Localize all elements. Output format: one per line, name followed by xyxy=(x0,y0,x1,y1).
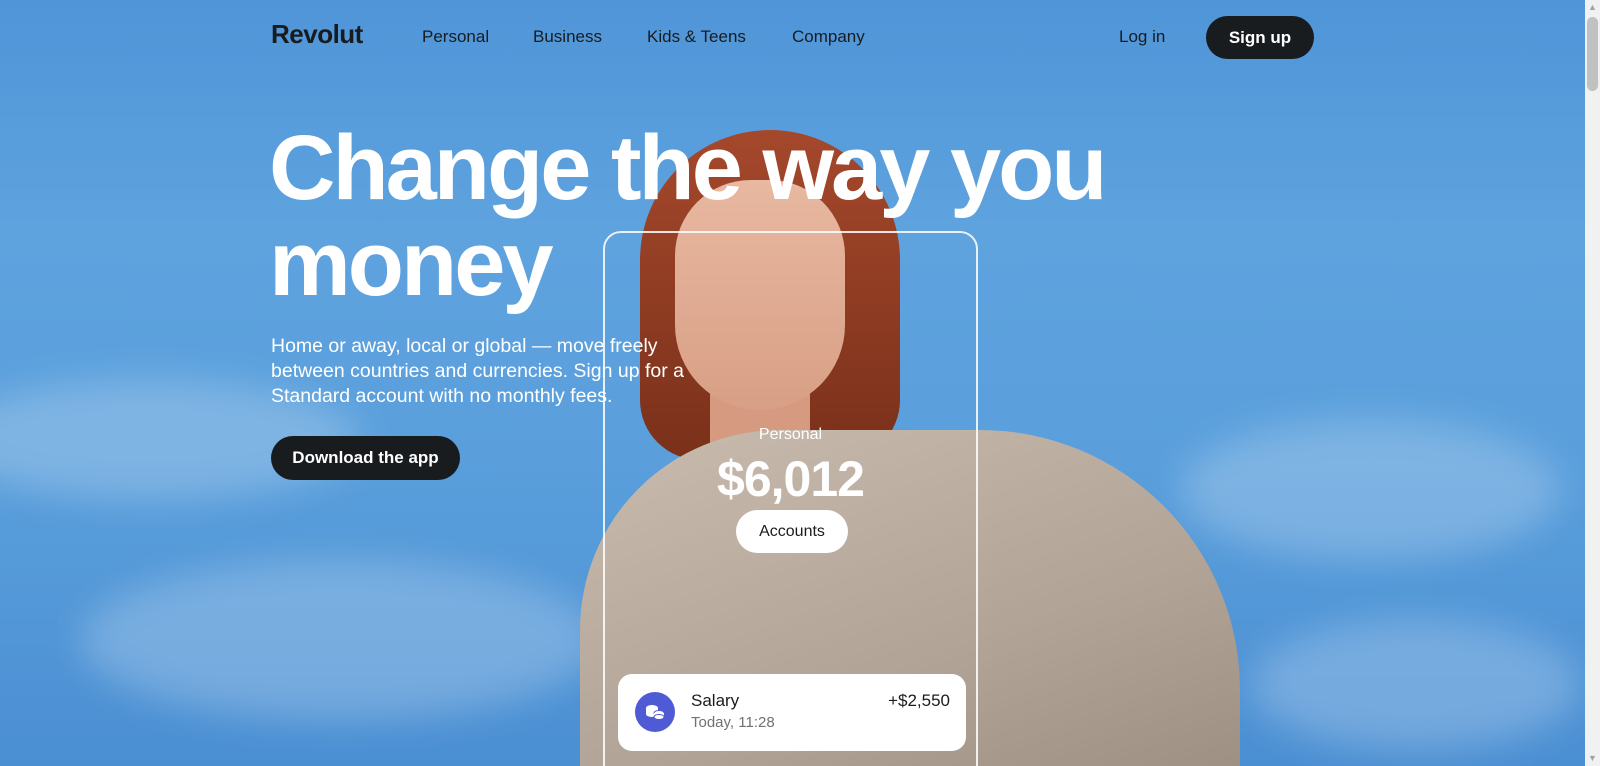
nav-company[interactable]: Company xyxy=(792,27,865,47)
top-nav: Revolut Personal Business Kids & Teens C… xyxy=(0,0,1586,74)
account-balance: $6,012 xyxy=(717,451,865,507)
nav-business[interactable]: Business xyxy=(533,27,602,47)
hero-headline: Change the way you money xyxy=(269,117,1108,315)
download-app-button[interactable]: Download the app xyxy=(271,436,460,480)
transaction-time: Today, 11:28 xyxy=(691,714,775,731)
cloud xyxy=(1250,620,1580,750)
signup-button[interactable]: Sign up xyxy=(1206,16,1314,59)
revolut-logo[interactable]: Revolut xyxy=(271,19,363,50)
vertical-scrollbar[interactable]: ▲ ▼ xyxy=(1585,0,1600,766)
transaction-amount: +$2,550 xyxy=(888,691,950,710)
nav-kids-teens[interactable]: Kids & Teens xyxy=(647,27,746,47)
accounts-button[interactable]: Accounts xyxy=(736,510,848,553)
scrollbar-thumb[interactable] xyxy=(1587,17,1598,91)
transaction-card[interactable]: Salary Today, 11:28 +$2,550 xyxy=(618,674,966,751)
account-label: Personal xyxy=(758,426,823,443)
landing-page: Revolut Personal Business Kids & Teens C… xyxy=(0,0,1600,766)
login-link[interactable]: Log in xyxy=(1119,27,1165,47)
coins-icon xyxy=(635,692,675,732)
scroll-down-arrow-icon[interactable]: ▼ xyxy=(1585,751,1600,766)
transaction-title: Salary xyxy=(691,691,740,710)
nav-personal[interactable]: Personal xyxy=(422,27,489,47)
cloud xyxy=(80,560,600,720)
scroll-up-arrow-icon[interactable]: ▲ xyxy=(1585,0,1600,15)
coins-icon-glyph xyxy=(646,705,665,720)
hero-subtext: Home or away, local or global — move fre… xyxy=(271,335,684,407)
